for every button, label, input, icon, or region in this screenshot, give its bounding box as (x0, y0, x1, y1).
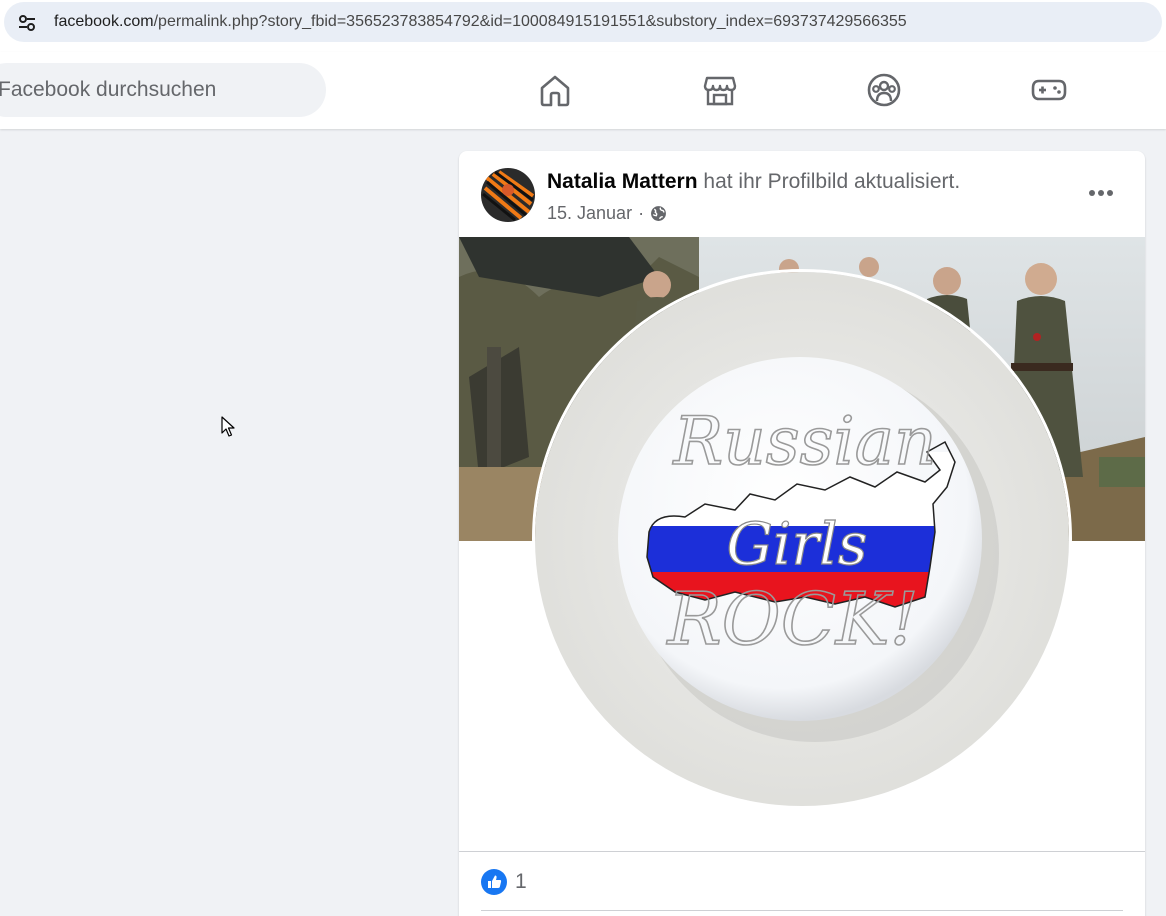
url-field[interactable]: facebook.com/permalink.php?story_fbid=35… (4, 2, 1162, 42)
meta-separator: · (638, 203, 645, 223)
russian-girls-rock-button-image: Russian Girls ROCK! (535, 272, 1069, 806)
reaction-count: 1 (515, 870, 527, 893)
reactions-summary[interactable]: 1 (481, 867, 527, 897)
mouse-cursor-icon (221, 416, 235, 437)
search-input[interactable] (0, 63, 326, 117)
url-host: facebook.com (54, 13, 154, 30)
tune-icon[interactable] (16, 12, 38, 34)
home-icon[interactable] (537, 72, 573, 108)
post-action-text: hat ihr Profilbild aktualisiert. (703, 170, 961, 193)
post-author-line: Natalia Mattern hat ihr Profilbild aktua… (547, 170, 960, 194)
facebook-top-bar (0, 52, 1166, 129)
post-meta: 15. Januar · (547, 203, 667, 224)
url-path: /permalink.php?story_fbid=35652378385479… (153, 13, 907, 30)
url-text[interactable]: facebook.com/permalink.php?story_fbid=35… (54, 13, 907, 31)
like-icon (481, 869, 507, 895)
profile-picture[interactable]: Russian Girls ROCK! (532, 269, 1072, 809)
button-text-girls: Girls (727, 510, 868, 578)
globe-icon[interactable] (650, 205, 667, 222)
post-card: Natalia Mattern hat ihr Profilbild aktua… (459, 151, 1145, 916)
store-icon[interactable] (702, 72, 738, 108)
browser-address-bar: facebook.com/permalink.php?story_fbid=35… (0, 0, 1166, 52)
button-text-rock: ROCK! (665, 577, 918, 661)
post-date-link[interactable]: 15. Januar (547, 203, 632, 224)
groups-icon[interactable] (866, 72, 902, 108)
button-text-russian: Russian (673, 403, 937, 480)
author-name-link[interactable]: Natalia Mattern (547, 170, 698, 193)
divider (459, 851, 1145, 852)
avatar-image (481, 168, 535, 222)
gamepad-icon[interactable] (1031, 72, 1067, 108)
avatar[interactable] (481, 168, 535, 222)
search-box[interactable] (0, 63, 326, 117)
more-horizontal-icon[interactable] (1085, 179, 1117, 207)
divider (481, 910, 1123, 911)
